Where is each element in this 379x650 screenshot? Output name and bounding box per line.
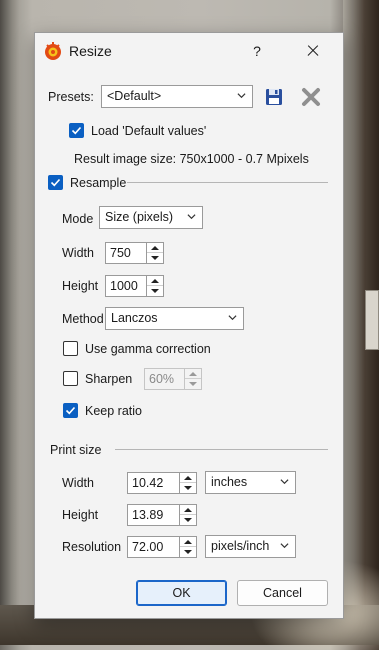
width-value: 750	[110, 246, 131, 260]
title-bar: Resize ?	[35, 33, 343, 69]
mode-dropdown[interactable]: Size (pixels)	[99, 206, 203, 229]
help-button[interactable]: ?	[243, 39, 271, 63]
sharpen-up-arrow-icon[interactable]	[185, 369, 201, 379]
resample-checkbox[interactable]	[48, 175, 63, 190]
print-width-label: Width	[62, 476, 94, 490]
height-label: Height	[62, 279, 99, 293]
print-width-down-arrow-icon[interactable]	[180, 483, 196, 493]
resolution-unit-value: pixels/inch	[211, 539, 270, 553]
width-spinbox[interactable]: 750	[105, 242, 164, 264]
resolution-spinbox[interactable]: 72.00	[127, 536, 197, 558]
delete-preset-icon[interactable]	[301, 87, 321, 107]
gamma-correction-label: Use gamma correction	[85, 342, 211, 356]
sharpen-spin-buttons	[184, 369, 201, 389]
resolution-unit-dropdown[interactable]: pixels/inch	[205, 535, 296, 558]
cancel-button[interactable]: Cancel	[237, 580, 328, 606]
sharpen-value: 60%	[149, 372, 175, 386]
print-width-value: 10.42	[132, 476, 164, 490]
keep-ratio-label: Keep ratio	[85, 404, 142, 418]
resolution-label: Resolution	[62, 540, 122, 554]
resample-divider	[127, 182, 328, 183]
height-value: 1000	[110, 279, 138, 293]
height-down-arrow-icon[interactable]	[147, 286, 163, 296]
width-up-arrow-icon[interactable]	[147, 243, 163, 253]
sharpen-spinbox[interactable]: 60%	[144, 368, 202, 390]
width-label: Width	[62, 246, 94, 260]
resolution-spin-buttons	[179, 537, 196, 557]
ok-button[interactable]: OK	[136, 580, 227, 606]
chevron-down-icon	[228, 315, 237, 321]
print-height-value: 13.89	[132, 508, 164, 522]
load-defaults-checkbox[interactable]	[69, 123, 84, 138]
mode-label: Mode	[62, 212, 94, 226]
presets-dropdown[interactable]: <Default>	[101, 85, 253, 108]
method-label: Method	[62, 312, 104, 326]
print-height-up-arrow-icon[interactable]	[180, 505, 196, 515]
print-width-up-arrow-icon[interactable]	[180, 473, 196, 483]
keep-ratio-checkbox[interactable]	[63, 403, 78, 418]
width-down-arrow-icon[interactable]	[147, 253, 163, 263]
print-size-divider	[115, 449, 328, 450]
print-height-down-arrow-icon[interactable]	[180, 515, 196, 525]
resize-dialog: Resize ? Presets: <Default> Load 'Defaul…	[34, 32, 344, 619]
height-spin-buttons	[146, 276, 163, 296]
result-image-size: Result image size: 750x1000 - 0.7 Mpixel…	[74, 152, 309, 166]
method-value: Lanczos	[111, 311, 158, 325]
print-width-spin-buttons	[179, 473, 196, 493]
resolution-down-arrow-icon[interactable]	[180, 547, 196, 557]
chevron-down-icon	[280, 543, 289, 549]
chevron-down-icon	[280, 479, 289, 485]
presets-label: Presets:	[48, 90, 94, 104]
sharpen-down-arrow-icon[interactable]	[185, 379, 201, 389]
checkmark-icon	[50, 178, 61, 187]
height-up-arrow-icon[interactable]	[147, 276, 163, 286]
chevron-down-icon	[237, 93, 246, 99]
width-spin-buttons	[146, 243, 163, 263]
mode-value: Size (pixels)	[105, 210, 174, 224]
close-icon[interactable]	[299, 39, 327, 63]
print-height-spin-buttons	[179, 505, 196, 525]
resolution-up-arrow-icon[interactable]	[180, 537, 196, 547]
print-size-label: Print size	[50, 443, 102, 457]
checkmark-icon	[71, 126, 82, 135]
load-defaults-label: Load 'Default values'	[91, 124, 207, 138]
dialog-title: Resize	[69, 43, 112, 59]
xnview-app-icon	[45, 42, 61, 60]
height-spinbox[interactable]: 1000	[105, 275, 164, 297]
method-dropdown[interactable]: Lanczos	[105, 307, 244, 330]
save-preset-icon[interactable]	[264, 87, 284, 107]
checkmark-icon	[65, 406, 76, 415]
print-width-spinbox[interactable]: 10.42	[127, 472, 197, 494]
resample-label: Resample	[70, 176, 127, 190]
gamma-correction-checkbox[interactable]	[63, 341, 78, 356]
background-panel	[365, 290, 379, 350]
print-unit-value: inches	[211, 475, 248, 489]
presets-value: <Default>	[107, 89, 162, 103]
print-unit-dropdown[interactable]: inches	[205, 471, 296, 494]
print-height-label: Height	[62, 508, 99, 522]
background-door-edge	[0, 0, 20, 645]
resolution-value: 72.00	[132, 540, 164, 554]
chevron-down-icon	[187, 214, 196, 220]
print-height-spinbox[interactable]: 13.89	[127, 504, 197, 526]
sharpen-checkbox[interactable]	[63, 371, 78, 386]
sharpen-label: Sharpen	[85, 372, 133, 386]
